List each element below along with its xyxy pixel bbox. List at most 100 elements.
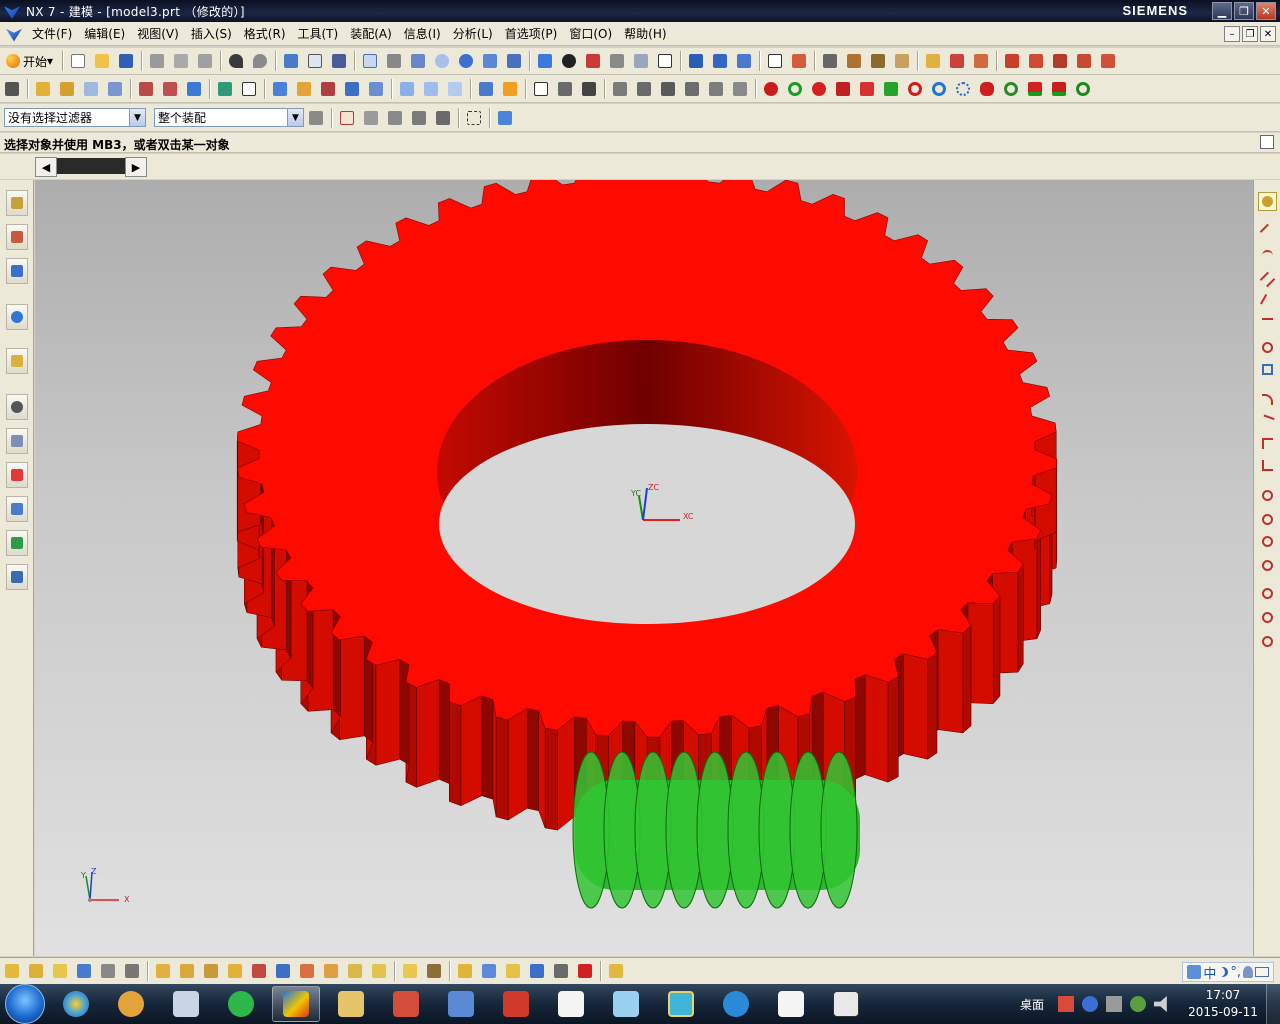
assembly-constraint-button[interactable] [971,51,991,71]
hole-button[interactable] [136,79,156,99]
assembly-cut-bar-button[interactable] [575,961,595,981]
worm-shaft[interactable] [572,751,860,909]
assembly-more-button[interactable] [606,961,626,981]
wcs-dynamic-button[interactable] [686,51,706,71]
synchronous-move-button[interactable] [610,79,630,99]
ime-mode[interactable]: 中 [1203,963,1216,982]
network-icon[interactable] [1130,996,1146,1012]
constraint-navigator-tab[interactable] [6,224,28,250]
maximize-button[interactable]: ❐ [1234,2,1254,20]
delete-face-button[interactable] [730,79,750,99]
part-navigator-tab[interactable] [6,258,28,284]
system-scenes-tab[interactable] [6,564,28,590]
move-component-button[interactable] [98,961,118,981]
tab-scroll-right-button[interactable]: ▶ [125,157,147,177]
taskbar-app-360[interactable] [217,986,265,1022]
menu-file[interactable]: 文件(F) [26,25,78,42]
zoom-in-out-button[interactable] [408,51,428,71]
deviation-button[interactable] [555,79,575,99]
fit-view-button[interactable] [360,51,380,71]
reference-set-button[interactable] [455,961,475,981]
arc-button[interactable] [1258,246,1277,265]
lighting-button[interactable] [559,51,579,71]
taskbar-app-paint[interactable] [107,986,155,1022]
taskbar-app-ggg[interactable] [822,986,870,1022]
menu-help[interactable]: 帮助(H) [618,25,672,42]
close-button[interactable]: ✕ [1256,2,1276,20]
assembly-sequence-button[interactable] [551,961,571,981]
taskbar-app-office[interactable] [492,986,540,1022]
render-style-button[interactable] [535,51,555,71]
general-selection-button[interactable] [306,108,326,128]
tab-scroll-left-button[interactable]: ◀ [35,157,57,177]
edge-select-button[interactable] [433,108,453,128]
subtract-button[interactable] [294,79,314,99]
system-clock[interactable]: 17:07 2015-09-11 [1180,987,1266,1021]
resize-face-button[interactable] [682,79,702,99]
pull-face-button[interactable] [706,79,726,99]
object-display-button[interactable] [305,51,325,71]
hidden-edge-button[interactable] [607,51,627,71]
gear-tool-3-button[interactable] [809,79,829,99]
ime-language-bar[interactable]: 中 °, [1182,962,1274,982]
displayed-part-button[interactable] [527,961,547,981]
extend-curve-button[interactable] [1258,456,1277,475]
gear-tool-1-button[interactable] [761,79,781,99]
gear-tool-5-button[interactable] [857,79,877,99]
selection-scope-select[interactable]: 整个装配 ▼ [154,108,304,127]
snap-point-button[interactable] [765,51,785,71]
measure-body-button[interactable] [892,51,912,71]
extrude-button[interactable] [33,79,53,99]
gear-tool-9-button[interactable] [953,79,973,99]
curve-trim-button[interactable] [1050,51,1070,71]
menu-assemblies[interactable]: 装配(A) [344,25,398,42]
menu-window[interactable]: 窗口(O) [563,25,618,42]
pattern-button[interactable] [476,79,496,99]
system-materials-tab[interactable] [6,428,28,454]
background-button[interactable] [655,51,675,71]
edge-display-button[interactable] [583,51,603,71]
curve-edit-button[interactable] [1074,51,1094,71]
wcs-rotate-button[interactable] [734,51,754,71]
point-line-button[interactable] [1258,314,1277,333]
cut-button[interactable] [147,51,167,71]
sketch-button[interactable] [239,79,259,99]
circle-arc-button[interactable] [1258,338,1277,357]
revolve-button[interactable] [57,79,77,99]
split-body-button[interactable] [366,79,386,99]
menu-edit[interactable]: 编辑(E) [78,25,131,42]
assembly-route-button[interactable] [369,961,389,981]
measure-angle-button[interactable] [868,51,888,71]
menu-format[interactable]: 格式(R) [238,25,292,42]
gear-tool-12-button[interactable] [1025,79,1045,99]
datum-plane-button[interactable] [215,79,235,99]
assembly-constraints-button[interactable] [153,961,173,981]
circle-center-button[interactable] [1258,486,1277,505]
taskbar-app-image[interactable] [382,986,430,1022]
reuse-library-tab[interactable] [6,348,28,374]
minimize-button[interactable]: ▁ [1212,2,1232,20]
create-array-button[interactable] [50,961,70,981]
circle-tangent-button[interactable] [1258,532,1277,551]
circle-radius-button[interactable] [1258,556,1277,575]
point-set-button[interactable] [1258,608,1277,627]
windows-start-button[interactable] [5,984,45,1024]
curve-arc-button[interactable] [1026,51,1046,71]
cross-line-button[interactable] [1258,292,1277,311]
taskbar-app-browser[interactable] [52,986,100,1022]
menu-information[interactable]: 信息(I) [398,25,447,42]
taskbar-app-document[interactable] [547,986,595,1022]
taskbar-app-search[interactable] [712,986,760,1022]
body-select-button[interactable] [385,108,405,128]
mirror-button[interactable] [500,79,520,99]
type-filter-select[interactable]: 没有选择过滤器 ▼ [4,108,146,127]
replace-component-button[interactable] [74,961,94,981]
curve-line-button[interactable] [1002,51,1022,71]
undo-button[interactable] [226,51,246,71]
pan-button[interactable] [480,51,500,71]
block-button[interactable] [184,79,204,99]
gear-tool-13-button[interactable] [1049,79,1069,99]
taskbar-app-nx[interactable] [272,986,320,1022]
point-on-curve-button[interactable] [1258,632,1277,651]
gear-tool-6-button[interactable] [881,79,901,99]
